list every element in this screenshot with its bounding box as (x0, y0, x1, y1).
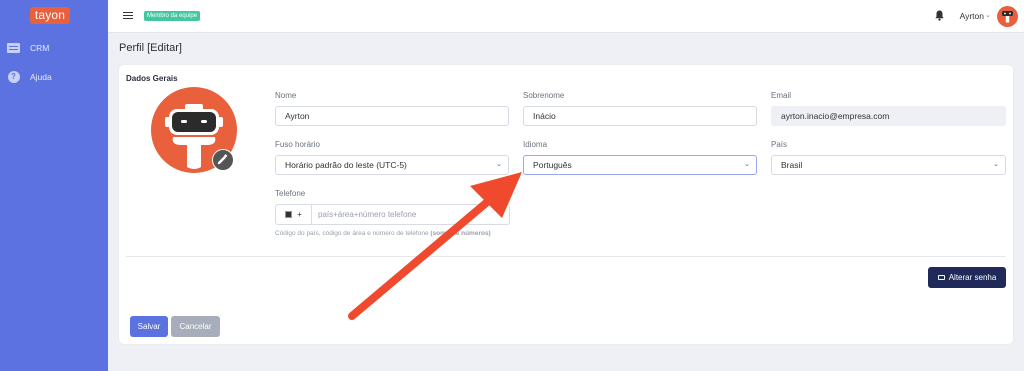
country-code-selector[interactable]: + (276, 205, 312, 224)
key-icon (937, 275, 945, 280)
pais-label: País (771, 140, 788, 149)
page-title: Perfil [Editar] (119, 42, 182, 54)
phone-help-text: Código do país, código de área e número … (275, 229, 515, 239)
sidebar-item-ajuda[interactable]: ? Ajuda (7, 69, 52, 85)
section-title: Dados Gerais (126, 74, 178, 83)
save-button[interactable]: Salvar (130, 316, 168, 337)
idioma-select-value: Português (533, 160, 572, 170)
profile-card: Dados Gerais Nome Ayrton Sobrenome Ináci… (119, 65, 1013, 344)
crm-card-icon (7, 42, 20, 54)
chevron-down-icon: ⌄ (496, 161, 502, 168)
team-member-badge: Membro da equipe (144, 11, 201, 21)
fuso-select[interactable]: Horário padrão do leste (UTC-5) ⌄ (275, 155, 509, 175)
flag-icon (285, 211, 293, 218)
idioma-select[interactable]: Português ⌄ (523, 155, 757, 175)
sidebar-item-crm[interactable]: CRM (7, 40, 49, 56)
change-password-button[interactable]: Alterar senha (928, 267, 1006, 288)
phone-help-bold: (somente números) (430, 230, 491, 237)
app-logo[interactable]: tayon (30, 7, 70, 24)
help-icon: ? (7, 71, 20, 83)
fuso-label: Fuso horário (275, 140, 320, 149)
user-menu-name[interactable]: Ayrton (960, 11, 984, 21)
cancel-button[interactable]: Cancelar (171, 316, 220, 337)
phone-field: + (275, 204, 510, 225)
chevron-down-icon: ⌄ (993, 161, 999, 168)
pais-select-value: Brasil (781, 160, 803, 170)
phone-help-prefix: Código do país, código de área e número … (275, 230, 429, 237)
sidebar-item-label: CRM (30, 43, 50, 53)
change-password-label: Alterar senha (948, 273, 997, 282)
menu-toggle-icon[interactable] (123, 12, 133, 19)
sidebar: tayon CRM ? Ajuda (0, 0, 108, 371)
country-code-prefix: + (297, 210, 302, 219)
divider (126, 256, 1006, 257)
chevron-down-icon[interactable]: ⌄ (985, 11, 991, 19)
top-bar: Membro da equipe Ayrton ⌄ (108, 0, 1024, 33)
sobrenome-label: Sobrenome (523, 91, 565, 100)
edit-avatar-button[interactable] (212, 149, 234, 171)
nome-field[interactable]: Ayrton (275, 106, 509, 126)
pais-select[interactable]: Brasil ⌄ (771, 155, 1006, 175)
telefone-label: Telefone (275, 189, 306, 198)
sidebar-item-label: Ajuda (30, 72, 52, 82)
idioma-label: Idioma (523, 140, 548, 149)
email-label: Email (771, 91, 792, 100)
pencil-icon (217, 154, 228, 165)
phone-input[interactable] (314, 205, 508, 224)
email-field: ayrton.inacio@empresa.com (771, 106, 1006, 126)
nome-label: Nome (275, 91, 297, 100)
user-avatar[interactable] (997, 6, 1018, 27)
sobrenome-field[interactable]: Inácio (523, 106, 757, 126)
bell-icon[interactable] (935, 10, 944, 21)
fuso-select-value: Horário padrão do leste (UTC-5) (285, 160, 407, 170)
chevron-down-icon: ⌄ (744, 161, 750, 168)
